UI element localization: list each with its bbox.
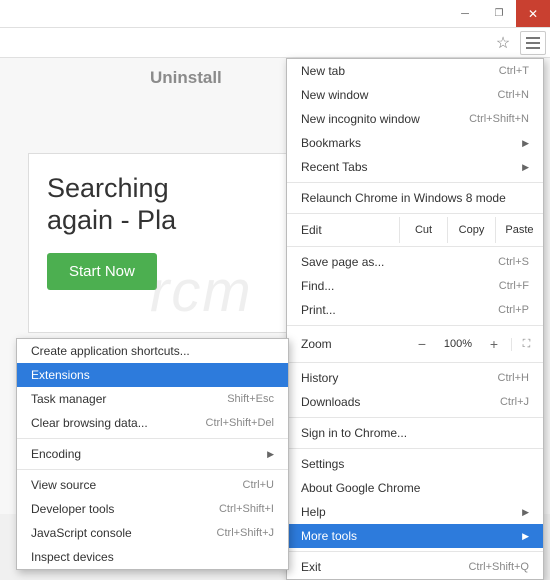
menu-edit-row: Edit Cut Copy Paste xyxy=(287,217,543,243)
minimize-button[interactable] xyxy=(448,0,482,27)
menu-separator xyxy=(287,182,543,183)
submenu-create-shortcuts[interactable]: Create application shortcuts... xyxy=(17,339,288,363)
menu-separator xyxy=(287,448,543,449)
menu-bookmarks[interactable]: Bookmarks▶ xyxy=(287,131,543,155)
fullscreen-button[interactable]: ⛶ xyxy=(511,338,533,351)
menu-icon xyxy=(526,37,540,49)
close-button[interactable] xyxy=(516,0,550,27)
submenu-dev-tools[interactable]: Developer toolsCtrl+Shift+I xyxy=(17,497,288,521)
menu-separator xyxy=(287,362,543,363)
menu-help[interactable]: Help▶ xyxy=(287,500,543,524)
menu-more-tools[interactable]: More tools▶ xyxy=(287,524,543,548)
menu-history[interactable]: HistoryCtrl+H xyxy=(287,366,543,390)
menu-find[interactable]: Find...Ctrl+F xyxy=(287,274,543,298)
browser-toolbar xyxy=(0,28,550,58)
menu-separator xyxy=(287,213,543,214)
chevron-right-icon: ▶ xyxy=(522,138,529,149)
menu-recent-tabs[interactable]: Recent Tabs▶ xyxy=(287,155,543,179)
start-now-button[interactable]: Start Now xyxy=(47,253,157,290)
submenu-encoding[interactable]: Encoding▶ xyxy=(17,442,288,466)
menu-separator xyxy=(17,469,288,470)
more-tools-submenu: Create application shortcuts... Extensio… xyxy=(16,338,289,570)
zoom-out-button[interactable]: − xyxy=(413,336,431,352)
menu-signin[interactable]: Sign in to Chrome... xyxy=(287,421,543,445)
zoom-in-button[interactable]: + xyxy=(485,336,503,352)
chevron-right-icon: ▶ xyxy=(522,162,529,173)
bookmark-star-icon[interactable] xyxy=(490,31,516,55)
menu-relaunch-win8[interactable]: Relaunch Chrome in Windows 8 mode xyxy=(287,186,543,210)
edit-label: Edit xyxy=(287,223,399,237)
menu-settings[interactable]: Settings xyxy=(287,452,543,476)
menu-new-incognito[interactable]: New incognito windowCtrl+Shift+N xyxy=(287,107,543,131)
menu-save-page[interactable]: Save page as...Ctrl+S xyxy=(287,250,543,274)
submenu-extensions[interactable]: Extensions xyxy=(17,363,288,387)
submenu-js-console[interactable]: JavaScript consoleCtrl+Shift+J xyxy=(17,521,288,545)
submenu-view-source[interactable]: View sourceCtrl+U xyxy=(17,473,288,497)
menu-zoom-row: Zoom − 100% + ⛶ xyxy=(287,329,543,359)
paste-button[interactable]: Paste xyxy=(495,217,543,243)
chrome-main-menu: New tabCtrl+T New windowCtrl+N New incog… xyxy=(286,58,544,580)
uninstall-heading: Uninstall xyxy=(150,68,222,88)
menu-separator xyxy=(287,246,543,247)
window-titlebar xyxy=(0,0,550,28)
menu-separator xyxy=(287,551,543,552)
hamburger-menu-button[interactable] xyxy=(520,31,546,55)
menu-exit[interactable]: ExitCtrl+Shift+Q xyxy=(287,555,543,579)
menu-new-window[interactable]: New windowCtrl+N xyxy=(287,83,543,107)
menu-downloads[interactable]: DownloadsCtrl+J xyxy=(287,390,543,414)
menu-separator xyxy=(287,325,543,326)
chevron-right-icon: ▶ xyxy=(267,449,274,460)
copy-button[interactable]: Copy xyxy=(447,217,495,243)
maximize-button[interactable] xyxy=(482,0,516,27)
submenu-task-manager[interactable]: Task managerShift+Esc xyxy=(17,387,288,411)
menu-new-tab[interactable]: New tabCtrl+T xyxy=(287,59,543,83)
chevron-right-icon: ▶ xyxy=(522,507,529,518)
zoom-label: Zoom xyxy=(301,337,405,351)
chevron-right-icon: ▶ xyxy=(522,531,529,542)
submenu-clear-browsing[interactable]: Clear browsing data...Ctrl+Shift+Del xyxy=(17,411,288,435)
submenu-inspect-devices[interactable]: Inspect devices xyxy=(17,545,288,569)
menu-print[interactable]: Print...Ctrl+P xyxy=(287,298,543,322)
zoom-percent: 100% xyxy=(439,338,477,350)
menu-separator xyxy=(287,417,543,418)
cut-button[interactable]: Cut xyxy=(399,217,447,243)
menu-separator xyxy=(17,438,288,439)
menu-about[interactable]: About Google Chrome xyxy=(287,476,543,500)
